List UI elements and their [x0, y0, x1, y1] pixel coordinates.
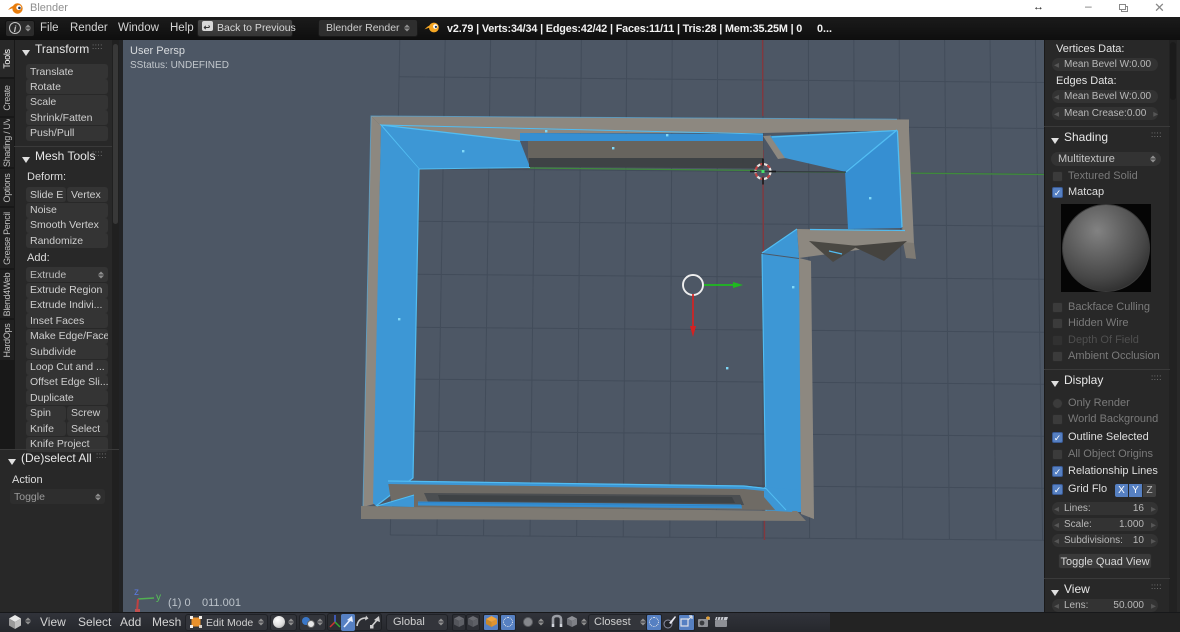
svg-text:z: z	[134, 587, 139, 598]
svg-text:y: y	[156, 592, 161, 603]
